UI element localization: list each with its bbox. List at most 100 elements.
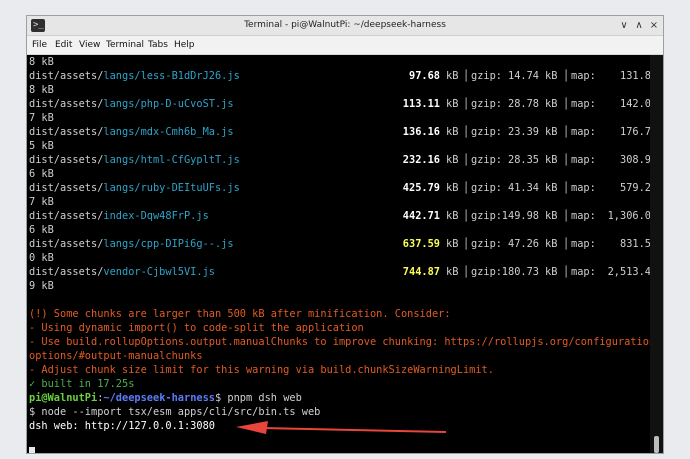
warning-line: (!) Some chunks are larger than 500 kB a… xyxy=(29,308,451,320)
gzip-size: 28.78 xyxy=(508,98,539,110)
terminal-cursor xyxy=(29,447,35,453)
map-size: 1,306.0 xyxy=(607,210,651,222)
size-unit: kB xyxy=(545,70,558,82)
column-separator: │ xyxy=(563,238,570,250)
size-unit: kB xyxy=(446,182,459,194)
asset-filename: langs/php-D-uCvoST.js xyxy=(103,98,234,110)
terminal-output[interactable]: 8 kB dist/assets/langs/less-B1dDrJ26.js 9… xyxy=(27,55,652,453)
scrollbar-thumb[interactable] xyxy=(654,436,659,453)
annotation-arrow xyxy=(236,421,447,434)
gzip-size: 47.26 xyxy=(508,238,539,250)
asset-size: 425.79 xyxy=(402,182,440,194)
column-separator: │ xyxy=(463,266,470,278)
gzip-label: gzip: xyxy=(471,182,502,194)
gzip-size: 41.34 xyxy=(508,182,539,194)
warning-line: - Use build.rollupOptions.output.manualC… xyxy=(29,336,652,348)
gzip-label: gzip: xyxy=(471,210,502,222)
column-separator: │ xyxy=(563,126,570,138)
title-bar[interactable]: >_ Terminal - pi@WalnutPi: ~/deepseek-ha… xyxy=(27,16,663,36)
minimize-icon[interactable]: ∨ xyxy=(617,19,631,32)
column-separator: │ xyxy=(463,238,470,250)
asset-path-prefix: dist/assets/ xyxy=(29,154,104,166)
build-row: dist/assets/langs/less-B1dDrJ26.js 97.68 k… xyxy=(29,69,652,83)
size-unit: kB xyxy=(545,182,558,194)
menu-tabs[interactable]: Tabs xyxy=(148,39,168,52)
gzip-label: gzip: xyxy=(471,238,502,250)
gzip-size: 180.73 xyxy=(501,266,539,278)
maximize-icon[interactable]: ∧ xyxy=(632,19,646,32)
asset-path-prefix: dist/assets/ xyxy=(29,98,104,110)
size-unit: kB xyxy=(545,154,558,166)
map-size-wrap: 6 kB xyxy=(29,168,54,180)
asset-size: 136.16 xyxy=(402,126,440,138)
column-separator: │ xyxy=(563,266,570,278)
column-separator: │ xyxy=(563,70,570,82)
column-separator: │ xyxy=(463,154,470,166)
column-separator: │ xyxy=(563,154,570,166)
gzip-size: 28.35 xyxy=(508,154,539,166)
size-unit: kB xyxy=(446,238,459,250)
warning-line: options/#output-manualchunks xyxy=(29,350,203,362)
gzip-label: gzip: xyxy=(471,266,502,278)
asset-size: 442.71 xyxy=(402,210,440,222)
gzip-size: 23.39 xyxy=(508,126,539,138)
menu-view[interactable]: View xyxy=(79,39,100,52)
menu-help[interactable]: Help xyxy=(174,39,195,52)
map-label: map: xyxy=(571,182,596,194)
asset-size: 113.11 xyxy=(402,98,440,110)
column-separator: │ xyxy=(463,98,470,110)
menu-file[interactable]: File xyxy=(32,39,47,52)
asset-size: 97.68 xyxy=(409,70,440,82)
prompt-command: pnpm dsh web xyxy=(227,392,302,404)
map-label: map: xyxy=(571,154,596,166)
terminal-scrollbar[interactable] xyxy=(650,55,663,453)
column-separator: │ xyxy=(563,98,570,110)
menu-edit[interactable]: Edit xyxy=(55,39,72,52)
terminal-window: >_ Terminal - pi@WalnutPi: ~/deepseek-ha… xyxy=(26,15,664,454)
gzip-label: gzip: xyxy=(471,126,502,138)
build-row: dist/assets/langs/cpp-DIPi6g--.js 637.59 k… xyxy=(29,237,652,251)
asset-filename: langs/less-B1dDrJ26.js xyxy=(103,70,240,82)
size-unit: kB xyxy=(545,210,558,222)
map-size: 176.7 xyxy=(620,126,651,138)
build-row: dist/assets/langs/html-CfGypltT.js 232.16… xyxy=(29,153,652,167)
gzip-size: 149.98 xyxy=(501,210,539,222)
size-unit: kB xyxy=(446,154,459,166)
exec-line: $ node --import tsx/esm apps/cli/src/bin… xyxy=(29,406,321,418)
map-size-wrap: 7 kB xyxy=(29,112,54,124)
build-row: dist/assets/langs/mdx-Cmh6b_Ma.js 136.16 k… xyxy=(29,125,652,139)
asset-path-prefix: dist/assets/ xyxy=(29,210,104,222)
close-icon[interactable]: × xyxy=(647,19,661,32)
size-unit: kB xyxy=(446,70,459,82)
asset-filename: vendor-Cjbwl5VI.js xyxy=(103,266,215,278)
map-size-wrap: 5 kB xyxy=(29,140,54,152)
map-size-wrap: 9 kB xyxy=(29,280,54,292)
window-title: Terminal - pi@WalnutPi: ~/deepseek-harne… xyxy=(244,20,446,30)
asset-filename: langs/ruby-DEItuUFs.js xyxy=(103,182,240,194)
size-unit: kB xyxy=(545,266,558,278)
map-size-wrap: 6 kB xyxy=(29,224,54,236)
map-size-wrap: 8 kB xyxy=(29,84,54,96)
map-label: map: xyxy=(571,238,596,250)
map-label: map: xyxy=(571,98,596,110)
column-separator: │ xyxy=(463,126,470,138)
output-line: 8 kB xyxy=(29,56,54,68)
menu-terminal[interactable]: Terminal xyxy=(106,39,144,52)
menu-bar: File Edit View Terminal Tabs Help xyxy=(27,36,663,55)
column-separator: │ xyxy=(463,182,470,194)
size-unit: kB xyxy=(545,126,558,138)
map-size-wrap: 0 kB xyxy=(29,252,54,264)
asset-size: 744.87 xyxy=(402,266,440,278)
build-row: dist/assets/vendor-Cjbwl5VI.js 744.87 kB │ g… xyxy=(29,265,652,279)
asset-path-prefix: dist/assets/ xyxy=(29,126,104,138)
column-separator: │ xyxy=(463,70,470,82)
map-size: 308.9 xyxy=(620,154,651,166)
arrow-head xyxy=(236,421,268,434)
asset-filename: index-Dqw48FrP.js xyxy=(103,210,209,222)
asset-path-prefix: dist/assets/ xyxy=(29,238,104,250)
size-unit: kB xyxy=(446,126,459,138)
prompt-line: pi@WalnutPi:~/deepseek-harness$ pnpm dsh… xyxy=(29,391,302,405)
map-size: 579.2 xyxy=(620,182,651,194)
prompt-dollar: $ xyxy=(215,392,222,404)
gzip-size: 14.74 xyxy=(508,70,539,82)
